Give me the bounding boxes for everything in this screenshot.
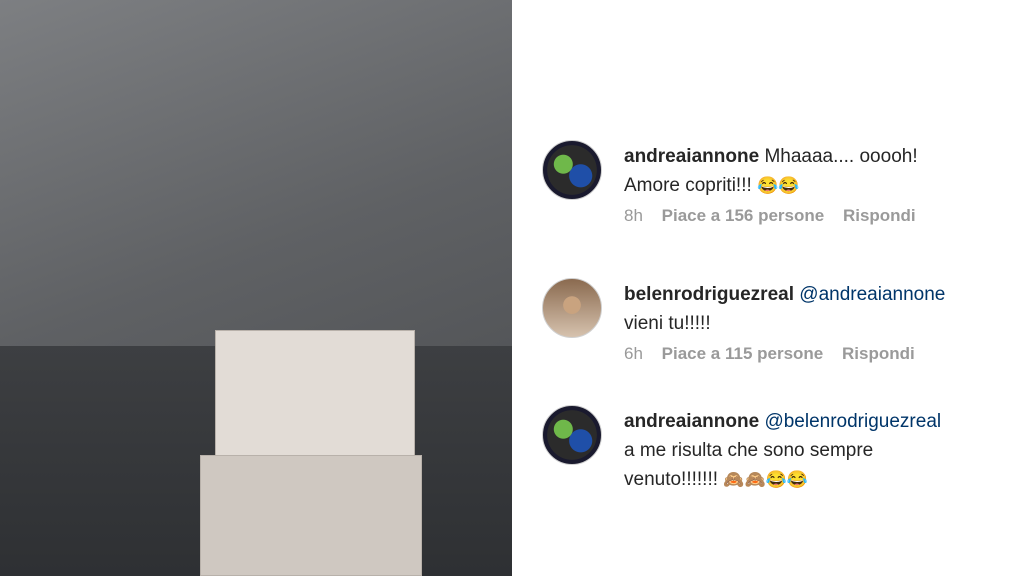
mention-link[interactable]: @belenrodriguezreal xyxy=(764,411,941,432)
username-link[interactable]: andreaiannone xyxy=(624,411,759,432)
avatar[interactable] xyxy=(542,140,602,200)
comment-meta: 8h Piace a 156 persone Rispondi xyxy=(624,206,1024,226)
reply-button[interactable]: Rispondi xyxy=(843,206,916,225)
timestamp: 8h xyxy=(624,206,643,225)
likes-link[interactable]: Piace a 156 persone xyxy=(662,206,825,225)
mention-link[interactable]: @andreaiannone xyxy=(799,284,945,305)
comment-text: andreaiannone @belenrodriguezreal a me r… xyxy=(624,407,1024,494)
emoji-text: 😂😂 xyxy=(757,176,800,195)
timestamp: 6h xyxy=(624,344,643,363)
comment-line2: vieni tu!!!!! xyxy=(624,313,711,334)
comment-line1: Mhaaaa.... ooooh! xyxy=(764,146,918,167)
comments-panel: andreaiannone Mhaaaa.... ooooh! Amore co… xyxy=(512,0,1024,576)
avatar[interactable] xyxy=(542,405,602,465)
reply-button[interactable]: Rispondi xyxy=(842,344,915,363)
comment-line2: venuto!!!!!!! xyxy=(624,469,718,490)
avatar[interactable] xyxy=(542,278,602,338)
comment-line2: Amore copriti!!! xyxy=(624,175,752,196)
comment-text: andreaiannone Mhaaaa.... ooooh! Amore co… xyxy=(624,142,1024,200)
username-link[interactable]: andreaiannone xyxy=(624,146,759,167)
comment-text: belenrodriguezreal @andreaiannone vieni … xyxy=(624,280,1024,338)
comment-meta: 6h Piace a 115 persone Rispondi xyxy=(624,344,1024,364)
username-link[interactable]: belenrodriguezreal xyxy=(624,284,794,305)
photo-block-lower xyxy=(200,455,422,576)
comment-line1: a me risulta che sono sempre xyxy=(624,440,874,461)
post-photo xyxy=(0,0,512,576)
likes-link[interactable]: Piace a 115 persone xyxy=(662,344,824,363)
emoji-text: 🙈🙈😂😂 xyxy=(723,470,808,489)
